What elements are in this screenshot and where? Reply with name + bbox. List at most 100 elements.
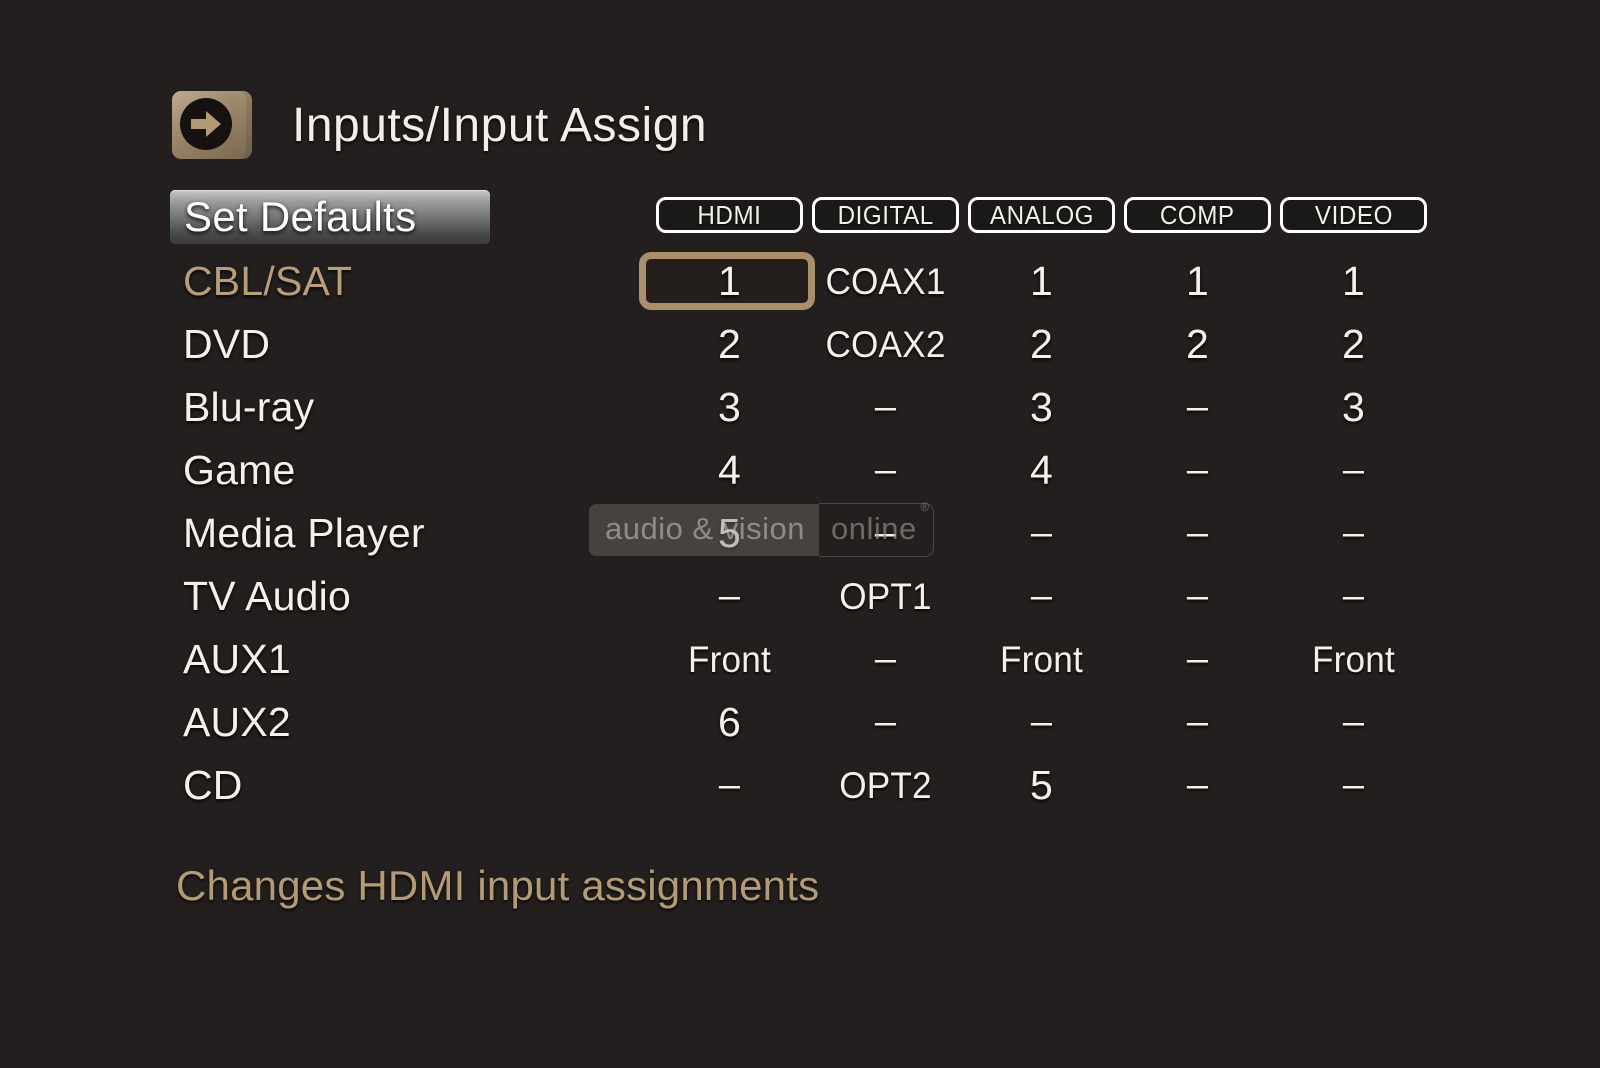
assignment-cell-value: 4 [717,447,741,493]
assignment-cell-value: COAX2 [825,323,946,365]
assignment-cell[interactable]: – [968,502,1115,565]
assignment-cell[interactable]: – [656,565,803,628]
assignment-cell[interactable]: 1 [1124,250,1271,313]
assignment-cell-value: – [1186,701,1209,743]
input-source-row-label[interactable]: Game [183,439,613,502]
arrow-right-glyph [191,111,221,137]
assignment-cell[interactable]: – [1124,439,1271,502]
assignment-cell[interactable]: OPT2 [816,754,956,817]
input-source-row-label[interactable]: Media Player [183,502,613,565]
assignment-cell-value: 2 [717,321,741,367]
assignment-cell[interactable]: – [812,691,959,754]
assignment-cell[interactable]: – [812,502,959,565]
assignment-cell[interactable]: – [812,439,959,502]
assignment-cell[interactable]: – [968,565,1115,628]
assignment-cell-value: OPT1 [839,575,932,617]
assignment-cell[interactable]: 4 [968,439,1115,502]
assignment-cell-value: Front [999,638,1083,680]
input-source-row-label[interactable]: TV Audio [183,565,613,628]
column-header-comp[interactable]: COMP [1124,197,1271,233]
assignment-cell-value: – [874,512,897,554]
assignment-cell[interactable]: Front [1284,628,1424,691]
assignment-cell-value: – [874,638,897,680]
assignment-cell-value: – [1186,638,1209,680]
assignment-cell[interactable]: – [1124,502,1271,565]
assignment-cell-value: – [1030,701,1053,743]
column-header-hdmi[interactable]: HDMI [656,197,803,233]
assignment-cell-value: 5 [717,510,741,556]
table-row: 1 COAX1 1 1 1 [639,250,1427,313]
assignment-cell[interactable]: COAX2 [816,313,956,376]
assignment-cell-value: 2 [1029,321,1053,367]
assignment-cell[interactable]: 6 [656,691,803,754]
assignment-cell-value: – [1186,449,1209,491]
assignment-cell[interactable]: 2 [1124,313,1271,376]
icon-disc [180,98,232,150]
assignment-cell-value: 2 [1341,321,1365,367]
assignment-cell[interactable]: – [1280,691,1427,754]
assignment-cell-value: – [1342,764,1365,806]
assignment-cell[interactable]: Front [660,628,800,691]
assignment-cell[interactable]: OPT1 [816,565,956,628]
assignment-cell[interactable]: – [1280,565,1427,628]
assignment-cell-value: 1 [717,258,741,304]
column-header-digital[interactable]: DIGITAL [812,197,959,233]
assignment-cell[interactable]: 1 [968,250,1115,313]
assignment-cell[interactable]: 3 [656,376,803,439]
assignment-cell[interactable]: 2 [1280,313,1427,376]
assignment-cell[interactable]: – [1124,376,1271,439]
assignment-cell[interactable]: COAX1 [816,250,956,313]
input-source-row-label[interactable]: DVD [183,313,613,376]
assignment-cell[interactable]: – [1124,628,1271,691]
assignment-cell[interactable]: 1 [639,250,815,313]
table-row: 6 – – – – [656,691,1427,754]
assignment-cell-value: 3 [717,384,741,430]
assignment-cell[interactable]: – [968,691,1115,754]
assignment-cell[interactable]: 2 [968,313,1115,376]
assignment-cell[interactable]: Front [972,628,1112,691]
assignment-cell[interactable]: 5 [968,754,1115,817]
assignment-cell-value: 1 [1185,258,1209,304]
assignment-cell-value: – [1186,764,1209,806]
assignment-cell[interactable]: – [1280,754,1427,817]
assignment-cell[interactable]: 4 [656,439,803,502]
assignment-cell[interactable]: – [812,376,959,439]
assignment-cell[interactable]: 3 [968,376,1115,439]
assignment-cell[interactable]: 1 [1280,250,1427,313]
osd-screen: Inputs/Input Assign Set Defaults HDMI DIG… [0,0,1600,1068]
assignment-cell[interactable]: – [1124,565,1271,628]
table-row: 3 – 3 – 3 [656,376,1427,439]
input-source-list: CBL/SAT DVD Blu-ray Game Media Player TV Audi… [183,250,613,817]
help-text: Changes HDMI input assignments [176,862,820,909]
input-source-row-label[interactable]: CBL/SAT [183,250,613,313]
column-header-row: HDMI DIGITAL ANALOG COMP VIDEO [656,197,1427,233]
column-header-analog[interactable]: ANALOG [968,197,1115,233]
input-source-row-label[interactable]: Blu-ray [183,376,613,439]
assignment-cell-value: – [874,449,897,491]
assignment-cell-value: – [718,575,741,617]
set-defaults-button[interactable]: Set Defaults [170,190,490,244]
assignment-cell-value: – [1342,575,1365,617]
table-row: 5 – – – – [656,502,1427,565]
assignment-cell-value: – [1030,512,1053,554]
assignment-cell[interactable]: – [1124,754,1271,817]
input-source-row-label[interactable]: AUX1 [183,628,613,691]
assignment-cell-value: – [874,386,897,428]
input-source-row-label[interactable]: AUX2 [183,691,613,754]
assignment-cell-value: 6 [717,699,741,745]
column-header-video[interactable]: VIDEO [1280,197,1427,233]
assignment-cell[interactable]: – [1124,691,1271,754]
assignment-cell-value: – [1342,701,1365,743]
assignment-cell[interactable]: – [1280,502,1427,565]
column-header-label: COMP [1160,199,1235,230]
assignment-cell[interactable]: – [1280,439,1427,502]
assignment-cell[interactable]: 3 [1280,376,1427,439]
assignment-cell[interactable]: – [812,628,959,691]
assignment-cell[interactable]: 2 [656,313,803,376]
assignment-cell-value: Front [687,638,771,680]
column-header-label: ANALOG [989,199,1094,230]
assignment-cell[interactable]: 5 [656,502,803,565]
assignment-cell-value: 1 [1029,258,1053,304]
assignment-cell[interactable]: – [656,754,803,817]
input-source-row-label[interactable]: CD [183,754,613,817]
